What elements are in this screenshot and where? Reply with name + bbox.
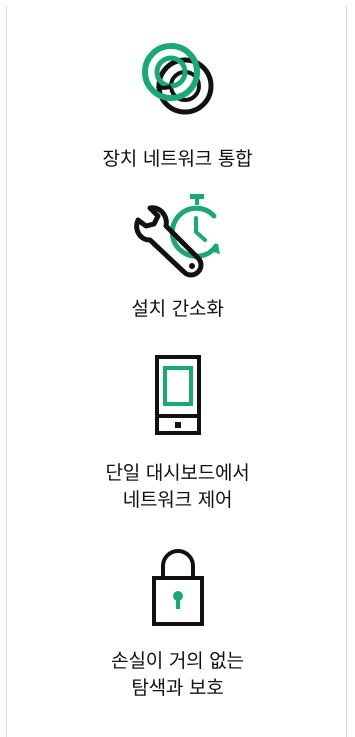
feature-protection: 손실이 거의 없는 탐색과 보호 (7, 544, 348, 702)
feature-panel: 장치 네트워크 통합 설치 간소화 단일 대시보드에서 네트워크 제어 손실이 … (6, 6, 347, 737)
feature-label-line: 단일 대시보드에서 (105, 462, 250, 484)
feature-label-line: 탐색과 보호 (131, 677, 224, 699)
feature-label-line: 설치 간소화 (131, 298, 224, 320)
feature-label-line: 손실이 거의 없는 (111, 650, 244, 672)
feature-device-network: 장치 네트워크 통합 (7, 40, 348, 173)
linked-rings-icon (141, 43, 213, 115)
padlock-icon (151, 549, 204, 626)
feature-label-line: 장치 네트워크 통합 (102, 148, 253, 170)
tablet-icon (154, 355, 201, 435)
feature-label-line: 네트워크 제어 (122, 489, 233, 511)
feature-easy-install: 설치 간소화 (7, 192, 348, 323)
wrench-timer-icon (133, 194, 220, 278)
feature-single-dashboard: 단일 대시보드에서 네트워크 제어 (7, 354, 348, 514)
